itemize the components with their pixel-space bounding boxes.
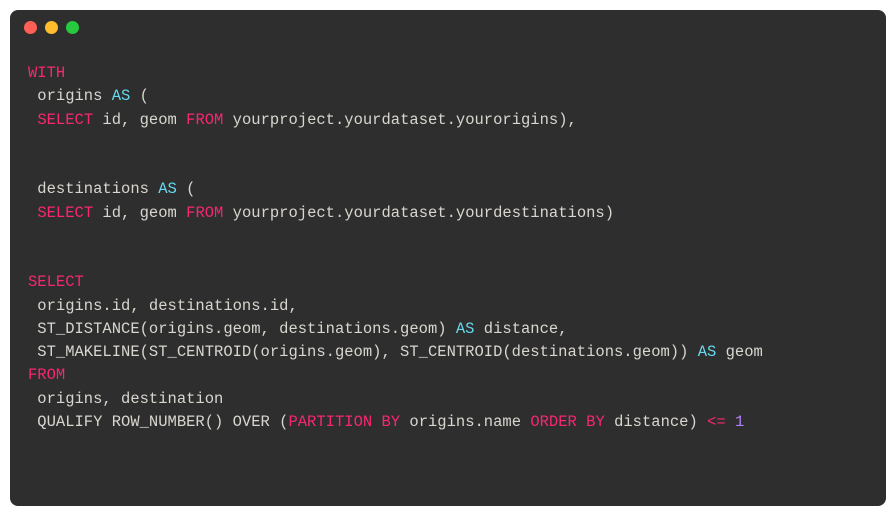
code-line: SELECT id, geom FROM yourproject.yourdat… <box>28 202 868 225</box>
code-token <box>28 204 37 222</box>
code-token <box>28 111 37 129</box>
code-token: id, geom <box>93 111 186 129</box>
code-token: ( <box>130 87 149 105</box>
code-token: ORDER <box>530 413 577 431</box>
code-token: QUALIFY ROW_NUMBER() OVER ( <box>28 413 288 431</box>
code-token: FROM <box>186 111 223 129</box>
code-token: geom <box>716 343 763 361</box>
code-token: SELECT <box>28 273 84 291</box>
code-token: yourproject.yourdataset.yourdestinations… <box>223 204 614 222</box>
code-token: distance) <box>605 413 707 431</box>
code-line: QUALIFY ROW_NUMBER() OVER (PARTITION BY … <box>28 411 868 434</box>
window-titlebar <box>10 10 886 44</box>
code-token: destinations <box>28 180 158 198</box>
code-token: yourproject.yourdataset.yourorigins), <box>223 111 576 129</box>
code-token: BY <box>586 413 605 431</box>
code-token: origins, destination <box>28 390 223 408</box>
code-token <box>726 413 735 431</box>
code-token: <= <box>707 413 726 431</box>
code-line: destinations AS ( <box>28 178 868 201</box>
code-line <box>28 155 868 178</box>
code-line: SELECT <box>28 271 868 294</box>
maximize-icon[interactable] <box>66 21 79 34</box>
code-line: ST_DISTANCE(origins.geom, destinations.g… <box>28 318 868 341</box>
code-token: WITH <box>28 64 65 82</box>
code-token: SELECT <box>37 111 93 129</box>
code-block: WITH origins AS ( SELECT id, geom FROM y… <box>10 44 886 452</box>
code-token: AS <box>456 320 475 338</box>
code-line <box>28 225 868 248</box>
code-token: ( <box>177 180 196 198</box>
code-line <box>28 248 868 271</box>
code-token: ST_MAKELINE(ST_CENTROID(origins.geom), S… <box>28 343 698 361</box>
code-line: origins, destination <box>28 388 868 411</box>
code-token: distance, <box>474 320 567 338</box>
code-token: AS <box>698 343 717 361</box>
code-token: AS <box>158 180 177 198</box>
code-token: SELECT <box>37 204 93 222</box>
code-token: ST_DISTANCE(origins.geom, destinations.g… <box>28 320 456 338</box>
minimize-icon[interactable] <box>45 21 58 34</box>
code-token: 1 <box>735 413 744 431</box>
code-line: SELECT id, geom FROM yourproject.yourdat… <box>28 109 868 132</box>
code-token: PARTITION <box>288 413 372 431</box>
code-token: id, geom <box>93 204 186 222</box>
code-token: FROM <box>186 204 223 222</box>
code-line: origins AS ( <box>28 85 868 108</box>
code-token: AS <box>112 87 131 105</box>
code-token: origins.name <box>400 413 530 431</box>
code-token: FROM <box>28 366 65 384</box>
code-window: WITH origins AS ( SELECT id, geom FROM y… <box>10 10 886 506</box>
code-line: WITH <box>28 62 868 85</box>
code-line <box>28 132 868 155</box>
code-line: ST_MAKELINE(ST_CENTROID(origins.geom), S… <box>28 341 868 364</box>
code-token <box>577 413 586 431</box>
code-line: FROM <box>28 364 868 387</box>
close-icon[interactable] <box>24 21 37 34</box>
code-token: BY <box>381 413 400 431</box>
code-line: origins.id, destinations.id, <box>28 295 868 318</box>
code-token: origins.id, destinations.id, <box>28 297 298 315</box>
code-token: origins <box>28 87 112 105</box>
